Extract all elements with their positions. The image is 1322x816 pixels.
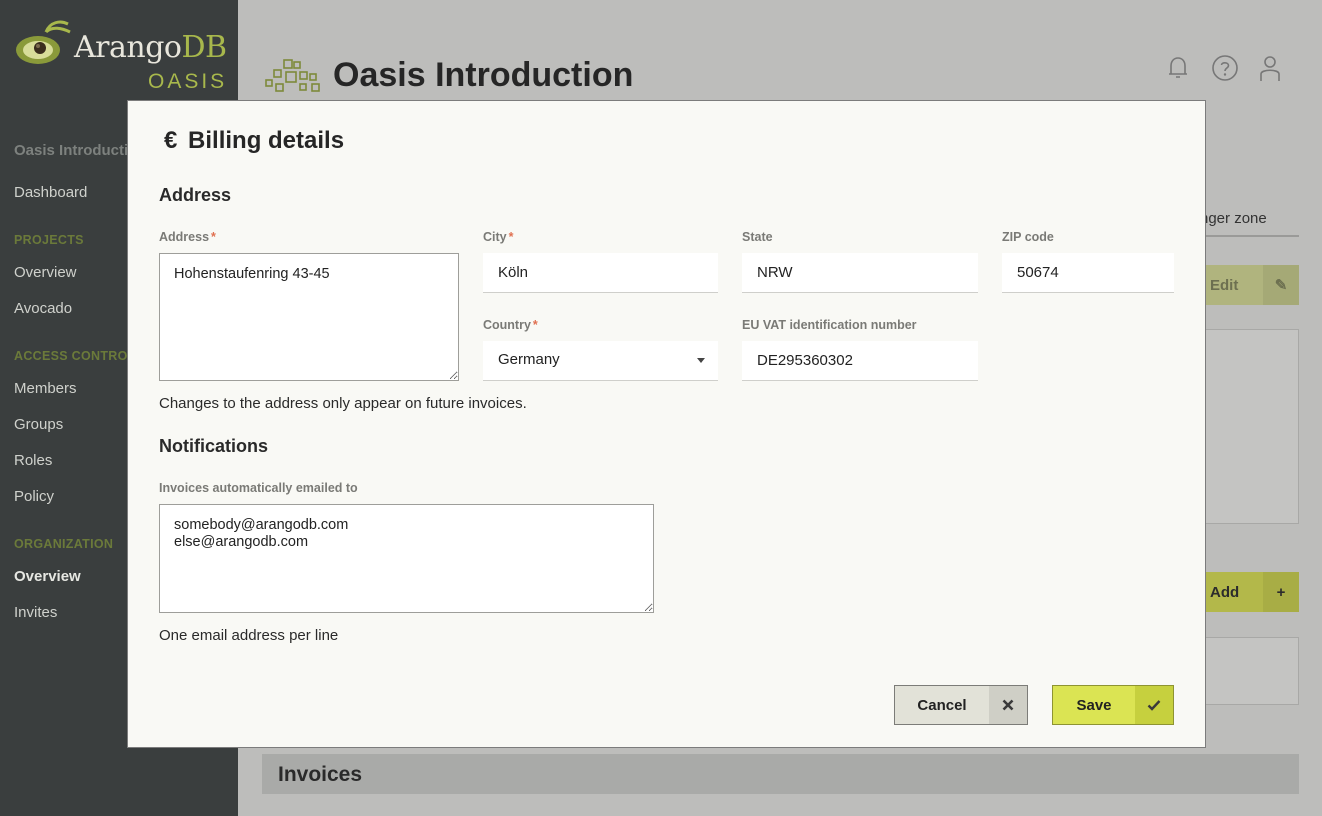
sidebar-item-roles[interactable]: Roles [14,452,52,469]
zip-label: ZIP code [1002,230,1054,244]
page-title: Oasis Introduction [333,56,634,94]
modal-title-text: Billing details [188,127,345,154]
sidebar-item-current-org[interactable]: Oasis Introducti [14,142,128,159]
arangodb-oasis-logo[interactable]: ArangoDB OASIS [16,14,228,94]
tab-danger-zone[interactable]: nger zone [1200,210,1299,237]
country-select[interactable]: Germany [483,341,718,381]
billing-details-modal: € Billing details Address Address * Hohen… [127,100,1206,748]
vat-label: EU VAT identification number [742,318,917,332]
country-select-value: Germany [498,351,560,368]
edit-icon: ✎ [1263,265,1299,305]
zip-input[interactable] [1002,253,1174,293]
modal-title: € Billing details [164,127,344,155]
avocado-logo-icon [16,20,71,64]
edit-button-label: Edit [1210,276,1239,294]
sidebar-item-groups[interactable]: Groups [14,416,63,433]
emails-textarea[interactable]: somebody@arangodb.com else@arangodb.com [159,504,654,613]
city-input[interactable] [483,253,718,293]
plus-icon: + [1263,572,1299,612]
logo-oasis-label: OASIS [148,70,228,93]
city-label: City * [483,230,514,244]
invoices-header: Invoices [262,754,1299,794]
address-hint: Changes to the address only appear on fu… [159,395,527,412]
close-icon [989,686,1027,724]
address-label: Address * [159,230,216,244]
address-section-heading: Address [159,185,232,205]
sidebar-section-access-control: ACCESS CONTRO [14,349,128,363]
bell-icon[interactable] [1164,54,1192,82]
save-button[interactable]: Save [1052,685,1174,725]
save-button-label: Save [1076,696,1112,714]
user-icon[interactable] [1256,54,1284,82]
sidebar-item-projects-overview[interactable]: Overview [14,264,77,281]
edit-button[interactable]: Edit ✎ [1200,265,1299,305]
vat-input[interactable] [742,341,978,381]
emails-label: Invoices automatically emailed to [159,481,358,495]
sidebar-section-projects: PROJECTS [14,233,84,247]
organization-icon [265,59,320,92]
sidebar-item-members[interactable]: Members [14,380,77,397]
add-button-label: Add [1210,583,1240,601]
sidebar-item-dashboard[interactable]: Dashboard [14,184,87,201]
country-label: Country * [483,318,538,332]
sidebar-section-organization: ORGANIZATION [14,537,114,551]
state-input[interactable] [742,253,978,293]
emails-hint: One email address per line [159,627,339,644]
checkmark-icon [1135,686,1173,724]
cancel-button[interactable]: Cancel [894,685,1028,725]
sidebar-item-invites[interactable]: Invites [14,604,57,621]
logo-wordmark: ArangoDB [74,30,227,65]
address-textarea[interactable]: Hohenstaufenring 43-45 [159,253,459,381]
cancel-button-label: Cancel [917,696,967,714]
list-panel [1200,637,1299,705]
help-icon[interactable] [1211,54,1239,82]
sidebar-item-avocado[interactable]: Avocado [14,300,72,317]
sidebar-item-org-overview[interactable]: Overview [14,568,81,585]
state-label: State [742,230,773,244]
add-button[interactable]: Add + [1200,572,1299,612]
euro-icon: € [164,127,178,154]
sidebar-item-policy[interactable]: Policy [14,488,54,505]
details-panel [1200,329,1299,524]
notifications-section-heading: Notifications [159,436,269,456]
caret-down-icon [697,358,705,363]
